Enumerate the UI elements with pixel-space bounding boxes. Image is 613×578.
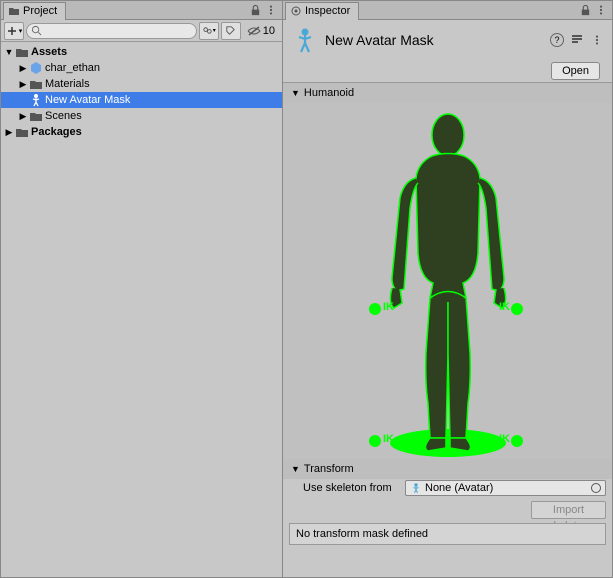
context-menu-icon[interactable] [594, 3, 608, 17]
expand-arrow-icon[interactable]: ▶ [17, 62, 29, 74]
search-input[interactable] [26, 23, 197, 39]
humanoid-body-diagram[interactable]: IK IK IK IK [283, 103, 612, 459]
tree-item-char-ethan[interactable]: ▶ char_ethan [1, 60, 282, 76]
hidden-count-button[interactable]: 10 [243, 22, 279, 40]
context-menu-icon[interactable] [590, 33, 604, 47]
preset-icon[interactable] [570, 32, 584, 49]
project-tab-bar: Project [1, 1, 282, 20]
ik-right-foot-label: IK [499, 433, 510, 445]
avatar-mask-icon [29, 93, 43, 107]
project-tree: ▼ Assets ▶ char_ethan ▶ Materials ▶ New … [1, 42, 282, 577]
tree-item-packages[interactable]: ▶ Packages [1, 124, 282, 140]
inspector-header: New Avatar Mask ? [283, 20, 612, 60]
humanoid-section-header[interactable]: ▼ Humanoid [283, 83, 612, 103]
import-skeleton-row: Import skeleton [289, 501, 606, 519]
search-icon [31, 25, 42, 36]
section-label: Transform [304, 463, 354, 475]
ik-left-hand-label: IK [383, 301, 394, 313]
tree-item-materials[interactable]: ▶ Materials [1, 76, 282, 92]
import-skeleton-button: Import skeleton [531, 501, 606, 519]
object-picker-icon[interactable] [591, 483, 601, 493]
project-tab[interactable]: Project [3, 2, 66, 20]
status-text: No transform mask defined [296, 528, 428, 540]
use-skeleton-row: Use skeleton from None (Avatar) [289, 479, 606, 497]
avatar-object-field[interactable]: None (Avatar) [405, 480, 606, 496]
inspector-icon [290, 5, 302, 17]
open-button-row: Open [283, 60, 612, 83]
ik-left-foot-label: IK [383, 433, 394, 445]
tree-label: Scenes [45, 110, 82, 122]
expand-arrow-icon[interactable]: ▶ [3, 126, 15, 138]
project-tab-label: Project [23, 5, 57, 17]
tree-label: Packages [31, 126, 82, 138]
ik-left-hand-dot[interactable] [369, 303, 381, 315]
tree-item-new-avatar-mask[interactable]: ▶ New Avatar Mask [1, 92, 282, 108]
folder-icon [29, 109, 43, 123]
create-button[interactable]: ▾ [4, 22, 24, 40]
ik-right-foot-dot[interactable] [511, 435, 523, 447]
lock-icon[interactable] [248, 3, 262, 17]
expand-arrow-icon[interactable]: ▼ [3, 46, 15, 58]
help-icon[interactable]: ? [550, 33, 564, 47]
section-label: Humanoid [304, 87, 354, 99]
ik-right-hand-dot[interactable] [511, 303, 523, 315]
expand-arrow-icon[interactable]: ▶ [17, 78, 29, 90]
prefab-icon [29, 61, 43, 75]
use-skeleton-label: Use skeleton from [289, 482, 399, 494]
project-toolbar: ▾ ▾ 10 [1, 20, 282, 42]
folder-icon [15, 45, 29, 59]
ik-left-foot-dot[interactable] [369, 435, 381, 447]
filter-label-button[interactable] [221, 22, 241, 40]
folder-icon [29, 77, 43, 91]
humanoid-silhouette[interactable] [348, 103, 548, 459]
folder-icon [15, 125, 29, 139]
expand-arrow-icon[interactable]: ▶ [17, 110, 29, 122]
avatar-field-value: None (Avatar) [425, 482, 493, 494]
ik-right-hand-label: IK [499, 301, 510, 313]
search-container [26, 23, 197, 39]
folder-icon [8, 5, 20, 17]
filter-type-button[interactable]: ▾ [199, 22, 219, 40]
inspector-panel: Inspector New Avatar Mask ? Open ▼ Human… [283, 1, 612, 577]
transform-section-body: Use skeleton from None (Avatar) Import s… [283, 479, 612, 577]
tree-label: Materials [45, 78, 90, 90]
tree-label: Assets [31, 46, 67, 58]
transform-section-header[interactable]: ▼ Transform [283, 459, 612, 479]
foldout-arrow-icon: ▼ [291, 464, 300, 474]
tree-label: New Avatar Mask [45, 94, 130, 106]
project-panel: Project ▾ ▾ 10 [1, 1, 283, 577]
context-menu-icon[interactable] [264, 3, 278, 17]
transform-mask-status: No transform mask defined [289, 523, 606, 545]
lock-icon[interactable] [578, 3, 592, 17]
inspector-tab-bar: Inspector [283, 1, 612, 20]
inspector-tab[interactable]: Inspector [285, 2, 359, 20]
tree-item-assets[interactable]: ▼ Assets [1, 44, 282, 60]
inspector-tab-label: Inspector [305, 5, 350, 17]
inspector-title: New Avatar Mask [325, 32, 544, 48]
avatar-mask-icon [291, 26, 319, 54]
tree-label: char_ethan [45, 62, 100, 74]
hidden-count-label: 10 [263, 25, 275, 37]
avatar-icon [410, 482, 422, 494]
open-button[interactable]: Open [551, 62, 600, 80]
tree-item-scenes[interactable]: ▶ Scenes [1, 108, 282, 124]
foldout-arrow-icon: ▼ [291, 88, 300, 98]
